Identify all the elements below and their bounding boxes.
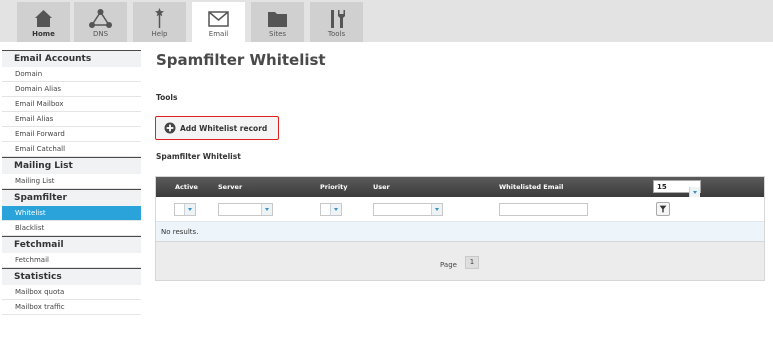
- page-title: Spamfilter Whitelist: [156, 51, 326, 69]
- top-nav: Home DNS Help Email Sites Tools: [0, 0, 773, 44]
- filter-button[interactable]: [656, 202, 670, 216]
- page-number-1[interactable]: 1: [465, 256, 479, 269]
- filter-row: [156, 197, 764, 221]
- sidebar-item-blacklist[interactable]: Blacklist: [2, 221, 141, 236]
- filter-active-select[interactable]: [174, 203, 196, 216]
- tab-sites[interactable]: Sites: [251, 2, 304, 42]
- tab-help-label: Help: [151, 30, 168, 38]
- page-label: Page: [440, 261, 457, 269]
- home-icon: [35, 10, 52, 27]
- column-header-priority[interactable]: Priority: [320, 183, 347, 191]
- sidebar: Email Accounts Domain Domain Alias Email…: [2, 50, 141, 315]
- list-heading: Spamfilter Whitelist: [156, 152, 241, 161]
- plus-circle-icon: [164, 122, 176, 134]
- filter-server-select[interactable]: [218, 203, 273, 216]
- sidebar-item-email-mailbox[interactable]: Email Mailbox: [2, 97, 141, 112]
- table-header: Active Server Priority User Whitelisted …: [156, 177, 764, 198]
- sidebar-item-mailing-list[interactable]: Mailing List: [2, 174, 141, 189]
- chevron-down-icon: [431, 204, 442, 215]
- sidebar-item-mailbox-traffic[interactable]: Mailbox traffic: [2, 300, 141, 315]
- filter-user-select[interactable]: [373, 203, 443, 216]
- no-results-text: No results.: [161, 228, 199, 236]
- sidebar-section-spamfilter: Spamfilter: [2, 189, 141, 206]
- empty-results-row: No results.: [156, 221, 764, 241]
- tab-help[interactable]: Help: [133, 2, 186, 42]
- tab-home-label: Home: [32, 30, 55, 38]
- column-header-whitelisted-email[interactable]: Whitelisted Email: [499, 183, 563, 191]
- column-header-server[interactable]: Server: [218, 183, 242, 191]
- sidebar-section-mailing-list: Mailing List: [2, 157, 141, 174]
- add-whitelist-record-label: Add Whitelist record: [180, 124, 268, 133]
- tab-email[interactable]: Email: [192, 2, 245, 44]
- chevron-down-icon: [330, 204, 341, 215]
- tools-heading: Tools: [156, 93, 178, 102]
- tab-dns[interactable]: DNS: [74, 2, 127, 42]
- filter-priority-select[interactable]: [320, 203, 342, 216]
- sidebar-section-statistics: Statistics: [2, 268, 141, 285]
- sidebar-section-fetchmail: Fetchmail: [2, 236, 141, 253]
- tab-dns-label: DNS: [92, 30, 109, 38]
- sidebar-item-email-catchall[interactable]: Email Catchall: [2, 142, 141, 157]
- chevron-down-icon: [184, 204, 195, 215]
- tab-sites-label: Sites: [268, 30, 287, 38]
- sidebar-item-mailbox-quota[interactable]: Mailbox quota: [2, 285, 141, 300]
- sidebar-section-email-accounts: Email Accounts: [2, 50, 141, 67]
- page-size-value: 15: [657, 183, 667, 191]
- tab-email-label: Email: [208, 30, 229, 38]
- tab-home[interactable]: Home: [17, 2, 70, 42]
- column-header-active[interactable]: Active: [175, 183, 198, 191]
- sidebar-item-domain-alias[interactable]: Domain Alias: [2, 82, 141, 97]
- column-header-user[interactable]: User: [373, 183, 390, 191]
- sidebar-item-domain[interactable]: Domain: [2, 67, 141, 82]
- sidebar-item-email-forward[interactable]: Email Forward: [2, 127, 141, 142]
- add-whitelist-record-button[interactable]: Add Whitelist record: [155, 116, 279, 140]
- tab-tools-label: Tools: [327, 30, 346, 38]
- sidebar-item-fetchmail[interactable]: Fetchmail: [2, 253, 141, 268]
- filter-icon: [659, 205, 667, 213]
- pagination: Page 1: [156, 241, 764, 280]
- sites-icon: [268, 12, 287, 27]
- help-icon: [155, 8, 164, 28]
- sidebar-item-email-alias[interactable]: Email Alias: [2, 112, 141, 127]
- tools-icon: [331, 10, 345, 28]
- dns-icon: [89, 9, 112, 28]
- whitelist-table: Active Server Priority User Whitelisted …: [155, 176, 765, 281]
- tab-tools[interactable]: Tools: [310, 2, 363, 42]
- chevron-down-icon: [261, 204, 272, 215]
- page-size-select[interactable]: 15: [653, 180, 701, 198]
- filter-whitelisted-email-input[interactable]: [499, 203, 588, 216]
- sidebar-item-whitelist[interactable]: Whitelist: [2, 206, 141, 221]
- email-icon: [208, 11, 229, 27]
